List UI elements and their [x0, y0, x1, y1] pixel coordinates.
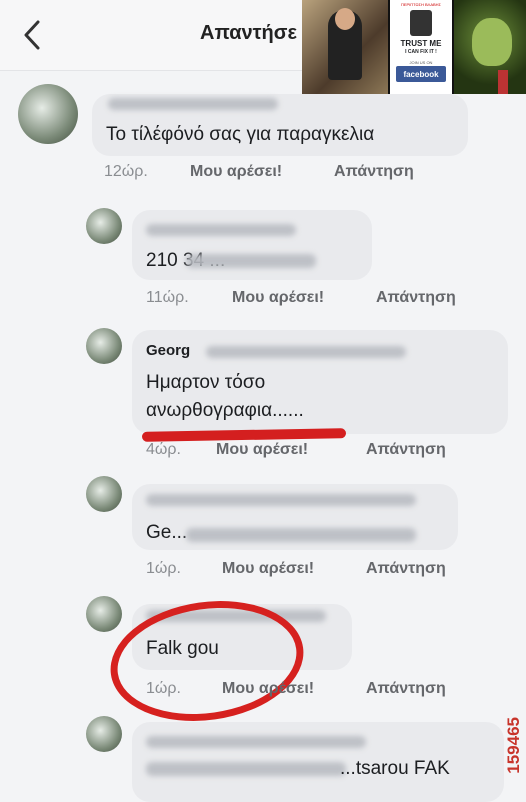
- reply-button[interactable]: Απάντηση: [334, 163, 414, 181]
- author-name-blurred: [108, 98, 278, 110]
- chevron-left-icon[interactable]: [18, 18, 46, 52]
- like-button[interactable]: Μου αρέσει!: [216, 441, 308, 459]
- red-underline-annotation: [141, 428, 347, 442]
- avatar[interactable]: [86, 476, 122, 512]
- like-button[interactable]: Μου αρέσει!: [232, 289, 324, 307]
- author-name: Georg: [146, 342, 191, 359]
- comment-time: 12ώρ.: [104, 163, 148, 180]
- meme-join-text: JOIN US ON: [409, 60, 433, 65]
- reply-button[interactable]: Απάντηση: [366, 680, 446, 698]
- page-title: Απαντήσε: [200, 22, 297, 44]
- comment-text: ...tsarou FAK: [340, 758, 450, 779]
- comment-time: 11ώρ.: [146, 289, 189, 306]
- author-name-blurred: [146, 494, 416, 506]
- meme-trust-text: TRUST ME: [400, 39, 442, 48]
- facebook-logo: facebook: [396, 66, 446, 82]
- meme-tool-graphic: [410, 10, 432, 36]
- comment-text-line2: ανωρθογραφια......: [146, 400, 304, 421]
- author-name-blurred: [146, 224, 296, 236]
- reply-button[interactable]: Απάντηση: [366, 441, 446, 459]
- meme-face: [335, 8, 355, 30]
- like-button[interactable]: Μου αρέσει!: [222, 680, 314, 698]
- avatar[interactable]: [18, 84, 78, 144]
- meme-face-green: [472, 18, 512, 66]
- meme-photo-left: [302, 0, 388, 94]
- meme-image: ΠΕΡΙΠΤΩΣΗ ΒΛΑΒΗΣ TRUST ME I CAN FIX IT !…: [302, 0, 526, 94]
- avatar[interactable]: [86, 716, 122, 752]
- like-button[interactable]: Μου αρέσει!: [222, 560, 314, 578]
- watermark: 159465: [504, 717, 523, 774]
- reply-button[interactable]: Απάντηση: [366, 560, 446, 578]
- comment-time: 4ώρ.: [146, 441, 181, 458]
- comment-text: Το τίλέφόνό σας για παραγκελια: [106, 124, 375, 145]
- meme-top-text: ΠΕΡΙΠΤΩΣΗ ΒΛΑΒΗΣ: [400, 2, 442, 7]
- comment-time: 1ώρ.: [146, 560, 181, 577]
- meme-fix-text: I CAN FIX IT !: [405, 49, 437, 55]
- avatar[interactable]: [86, 208, 122, 244]
- comment-text-line1: Ημαρτον τόσο: [146, 372, 266, 393]
- reply-button[interactable]: Απάντηση: [376, 289, 456, 307]
- comment-text-blurred: [186, 528, 416, 542]
- author-name-blurred: [206, 346, 406, 358]
- comment-text-blurred: [146, 762, 346, 776]
- meme-tie: [498, 70, 508, 94]
- phone-number-blurred: [186, 254, 316, 268]
- comment-text: Ge...: [146, 522, 188, 543]
- avatar[interactable]: [86, 596, 122, 632]
- comment-time: 1ώρ.: [146, 680, 181, 697]
- meme-poster: ΠΕΡΙΠΤΩΣΗ ΒΛΑΒΗΣ TRUST ME I CAN FIX IT !…: [390, 0, 452, 94]
- meme-photo-right: [454, 0, 526, 94]
- author-name-blurred: [146, 736, 366, 748]
- avatar[interactable]: [86, 328, 122, 364]
- like-button[interactable]: Μου αρέσει!: [190, 163, 282, 181]
